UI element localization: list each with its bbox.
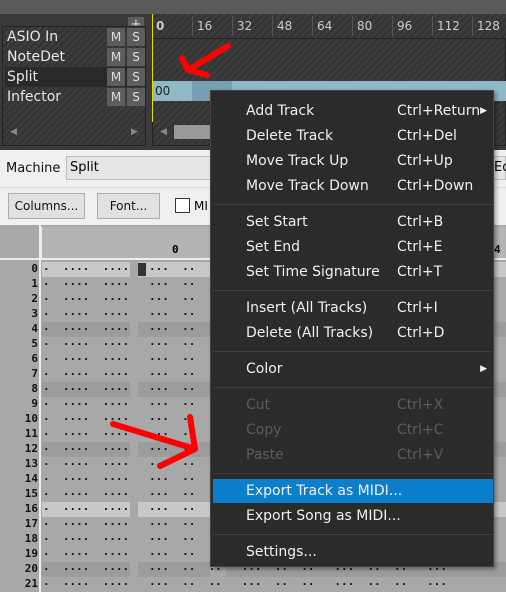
red-arrow-icon: [110, 414, 198, 469]
menu-item-label: Move Track Down: [246, 178, 369, 194]
menu-item-shortcut: Ctrl+T: [397, 264, 443, 280]
menu-item-label: Export Track as MIDI...: [246, 483, 403, 499]
menu-item-label: Cut: [246, 397, 271, 413]
menu-item-label: Insert (All Tracks): [246, 300, 368, 316]
menu-item-paste[interactable]: Paste Ctrl+V: [213, 443, 493, 467]
menu-item-label: Export Song as MIDI...: [246, 508, 401, 524]
menu-item-label: Add Track: [246, 103, 315, 119]
menu-item-label: Set End: [246, 239, 301, 255]
submenu-arrow-icon: ▶: [480, 106, 487, 116]
menu-item-shortcut: Ctrl+Return: [397, 103, 481, 119]
menu-item-label: Move Track Up: [246, 153, 349, 169]
menu-item-set-end[interactable]: Set End Ctrl+E: [213, 235, 493, 259]
menu-item-label: Set Time Signature: [246, 264, 380, 280]
menu-item-shortcut: Ctrl+V: [397, 447, 444, 463]
menu-item-label: Delete (All Tracks): [246, 325, 374, 341]
menu-item-set-time-signature[interactable]: Set Time Signature Ctrl+T: [213, 260, 493, 284]
menu-item-delete-track[interactable]: Delete Track Ctrl+Del: [213, 124, 493, 148]
menu-item-shortcut: Ctrl+Del: [397, 128, 457, 144]
menu-item-label: Paste: [246, 447, 284, 463]
menu-item-shortcut: Ctrl+I: [397, 300, 438, 316]
menu-item-insert-all-tracks[interactable]: Insert (All Tracks) Ctrl+I: [213, 296, 493, 320]
menu-item-delete-all-tracks[interactable]: Delete (All Tracks) Ctrl+D: [213, 321, 493, 345]
menu-separator: [213, 351, 493, 352]
menu-item-label: Settings...: [246, 544, 317, 560]
menu-item-label: Copy: [246, 422, 282, 438]
menu-item-color[interactable]: Color ▶: [213, 357, 493, 381]
menu-item-move-track-down[interactable]: Move Track Down Ctrl+Down: [213, 174, 493, 198]
menu-separator: [213, 387, 493, 388]
menu-item-label: Color: [246, 361, 283, 377]
menu-item-shortcut: Ctrl+Down: [397, 178, 474, 194]
menu-item-shortcut: Ctrl+Up: [397, 153, 453, 169]
menu-item-add-track[interactable]: Add Track Ctrl+Return ▶: [213, 99, 493, 123]
menu-item-export-track-as-midi[interactable]: Export Track as MIDI...: [213, 479, 493, 503]
menu-item-label: Set Start: [246, 214, 308, 230]
submenu-arrow-icon: ▶: [480, 364, 487, 374]
menu-item-settings[interactable]: Settings...: [213, 540, 493, 564]
menu-item-label: Delete Track: [246, 128, 334, 144]
menu-item-set-start[interactable]: Set Start Ctrl+B: [213, 210, 493, 234]
menu-item-copy[interactable]: Copy Ctrl+C: [213, 418, 493, 442]
red-arrow-icon: [179, 43, 231, 78]
menu-item-move-track-up[interactable]: Move Track Up Ctrl+Up: [213, 149, 493, 173]
menu-separator: [213, 473, 493, 474]
menu-separator: [213, 204, 493, 205]
menu-item-shortcut: Ctrl+E: [397, 239, 443, 255]
menu-item-shortcut: Ctrl+B: [397, 214, 444, 230]
menu-item-export-song-as-midi[interactable]: Export Song as MIDI...: [213, 504, 493, 528]
menu-item-shortcut: Ctrl+C: [397, 422, 444, 438]
menu-item-shortcut: Ctrl+D: [397, 325, 445, 341]
menu-separator: [213, 534, 493, 535]
menu-separator: [213, 290, 493, 291]
menu-item-cut[interactable]: Cut Ctrl+X: [213, 393, 493, 417]
menu-item-shortcut: Ctrl+X: [397, 397, 444, 413]
context-menu: Add Track Ctrl+Return ▶ Delete Track Ctrl+De…: [210, 90, 494, 567]
